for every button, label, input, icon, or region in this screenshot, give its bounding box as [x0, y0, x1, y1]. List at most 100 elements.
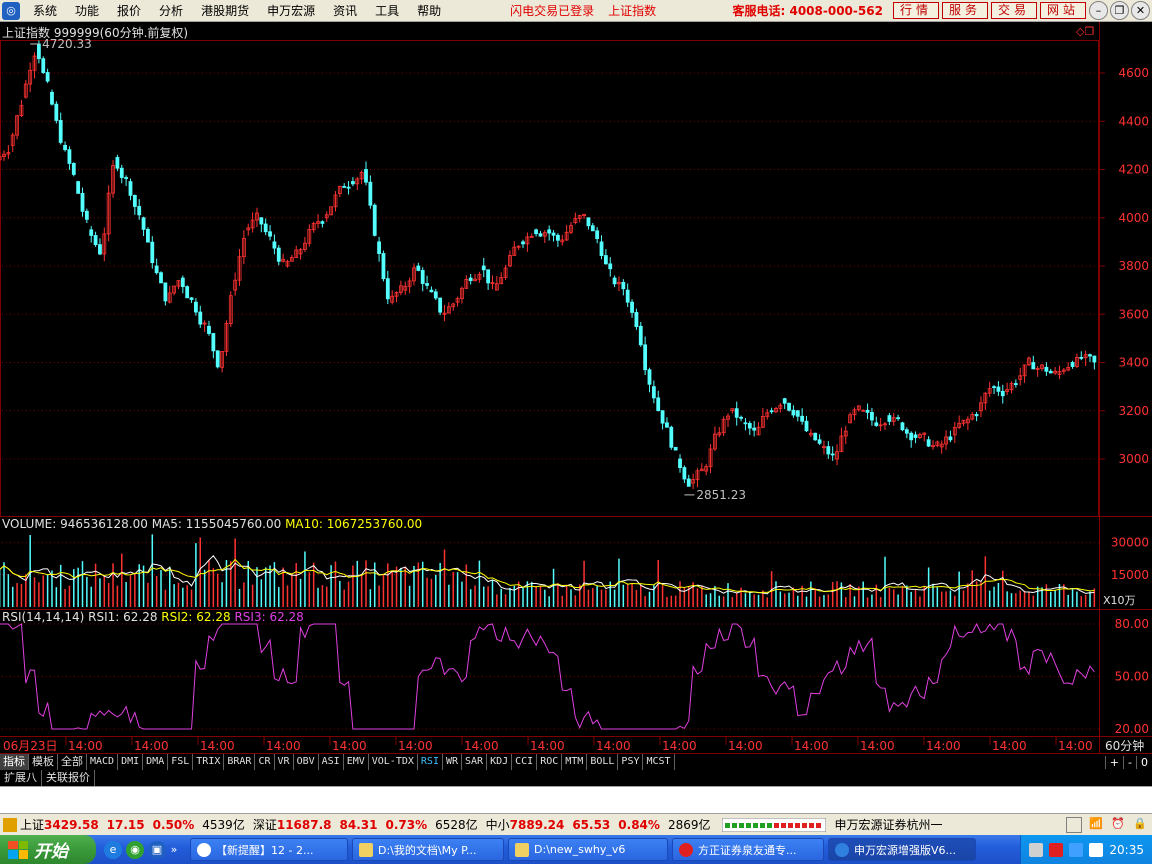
panel-toggle-icon[interactable]: ◇❐: [1076, 25, 1094, 38]
tab-fsl[interactable]: FSL: [168, 754, 194, 770]
desktop-icon[interactable]: ▣: [148, 840, 166, 859]
tab-vol-tdx[interactable]: VOL-TDX: [369, 754, 418, 770]
tab-mtm[interactable]: MTM: [562, 754, 588, 770]
keyboard-icon[interactable]: [1029, 842, 1044, 857]
zoom-in-button[interactable]: +: [1104, 755, 1123, 769]
tab-cci[interactable]: CCI: [512, 754, 538, 770]
candle: [538, 230, 543, 237]
candle-body: [612, 277, 617, 285]
window-icon[interactable]: [1066, 816, 1082, 833]
service-button[interactable]: 服务: [941, 2, 988, 19]
tab-boll[interactable]: BOLL: [587, 754, 619, 770]
candle-body: [665, 422, 669, 428]
sz-change: 84.31: [339, 817, 378, 832]
restore-icon[interactable]: ❐: [1110, 1, 1129, 20]
candle-body: [1000, 390, 1005, 397]
tab-dmi[interactable]: DMI: [118, 754, 144, 770]
indicator-tab-bar: 指标 模板 全部 MACD DMI DMA FSL TRIX BRAR CR V…: [0, 753, 1152, 770]
menu-swhy[interactable]: 申万宏源: [258, 0, 324, 22]
candle: [93, 231, 98, 247]
candle: [224, 320, 229, 356]
app-logo-icon[interactable]: ◎: [2, 1, 20, 20]
tab-mcst[interactable]: MCST: [643, 754, 675, 770]
quote-button[interactable]: 行情: [892, 2, 939, 19]
chart-area[interactable]: 4720.332851.23 4600 4400 4200 4000 3800 3600 3…: [0, 22, 1152, 753]
tab-vr[interactable]: VR: [275, 754, 294, 770]
task-founder[interactable]: 方正证券泉友通专...: [672, 838, 824, 861]
candle: [211, 332, 216, 359]
tab-kdj[interactable]: KDJ: [487, 754, 513, 770]
ticker-menu-icon[interactable]: [3, 817, 17, 832]
tab-wr[interactable]: WR: [443, 754, 463, 770]
close-icon[interactable]: ✕: [1131, 1, 1150, 20]
tab-template[interactable]: 模板: [29, 754, 58, 770]
sh-pct: 0.50%: [152, 817, 195, 832]
browser-icon[interactable]: ◉: [126, 840, 144, 859]
task-folder-docs[interactable]: D:\我的文档\My P...: [352, 838, 504, 861]
network-icon[interactable]: [1069, 842, 1084, 857]
tab-cr[interactable]: CR: [255, 754, 275, 770]
menu-function[interactable]: 功能: [66, 0, 108, 22]
candle: [351, 177, 355, 187]
task-folder-swhy[interactable]: D:\new_swhy_v6: [508, 838, 668, 861]
candle: [534, 228, 538, 237]
candle: [582, 213, 586, 219]
signal-icon[interactable]: 📶: [1088, 817, 1104, 833]
menu-tools[interactable]: 工具: [366, 0, 408, 22]
candle-body: [948, 436, 953, 441]
expand-icon[interactable]: »: [170, 841, 178, 859]
tab-extension[interactable]: 扩展八: [0, 770, 42, 786]
zoom-reset-button[interactable]: 0: [1136, 755, 1152, 769]
task-browser[interactable]: 【新提醒】12 - 2...: [190, 838, 348, 861]
menu-help[interactable]: 帮助: [408, 0, 450, 22]
sh-value[interactable]: 3429.58: [44, 818, 99, 832]
security-icon[interactable]: [1049, 842, 1064, 857]
tab-dma[interactable]: DMA: [143, 754, 169, 770]
ie-icon[interactable]: e: [104, 840, 122, 859]
tab-macd[interactable]: MACD: [87, 754, 119, 770]
zoom-out-button[interactable]: -: [1123, 755, 1136, 769]
menu-analysis[interactable]: 分析: [150, 0, 192, 22]
candle: [215, 350, 220, 369]
index-name-link[interactable]: 上证指数: [608, 2, 656, 19]
trade-button[interactable]: 交易: [990, 2, 1037, 19]
candle-body: [385, 278, 390, 300]
minimize-icon[interactable]: –: [1089, 1, 1108, 20]
menu-hk-futures[interactable]: 港股期货: [192, 0, 258, 22]
tab-sar[interactable]: SAR: [462, 754, 488, 770]
volume-icon[interactable]: [1089, 842, 1104, 857]
tab-all[interactable]: 全部: [58, 754, 87, 770]
tab-roc[interactable]: ROC: [537, 754, 563, 770]
tab-brar[interactable]: BRAR: [224, 754, 256, 770]
task-swhy-app[interactable]: 申万宏源增强版V6...: [828, 838, 976, 861]
tab-psy[interactable]: PSY: [618, 754, 644, 770]
menu-quote[interactable]: 报价: [108, 0, 150, 22]
tab-obv[interactable]: OBV: [294, 754, 319, 770]
candle-body: [651, 386, 656, 399]
tab-indicator[interactable]: 指标: [0, 754, 29, 770]
clock[interactable]: 20:35: [1109, 843, 1144, 857]
tab-related-quote[interactable]: 关联报价: [42, 770, 95, 786]
login-status[interactable]: 闪电交易已登录: [510, 2, 594, 19]
menu-news[interactable]: 资讯: [324, 0, 366, 22]
zx-value[interactable]: 7889.24: [510, 818, 565, 832]
candle: [651, 380, 656, 404]
candle-body: [791, 409, 796, 416]
candle: [316, 214, 320, 229]
alarm-icon[interactable]: ⏰: [1110, 817, 1126, 833]
tab-rsi[interactable]: RSI: [418, 754, 443, 770]
tab-asi[interactable]: ASI: [319, 754, 344, 770]
tab-trix[interactable]: TRIX: [193, 754, 225, 770]
candle-body: [67, 149, 72, 164]
candle: [433, 288, 438, 301]
candle-body: [634, 312, 639, 327]
lock-icon[interactable]: 🔒: [1132, 817, 1148, 833]
tab-emv[interactable]: EMV: [344, 754, 369, 770]
start-button[interactable]: 开始: [0, 835, 96, 864]
sz-value[interactable]: 11687.8: [277, 818, 332, 832]
candle: [795, 410, 800, 422]
menu-system[interactable]: 系统: [24, 0, 66, 22]
candle: [630, 299, 634, 318]
candle-body: [159, 272, 163, 284]
website-button[interactable]: 网站: [1039, 2, 1086, 19]
